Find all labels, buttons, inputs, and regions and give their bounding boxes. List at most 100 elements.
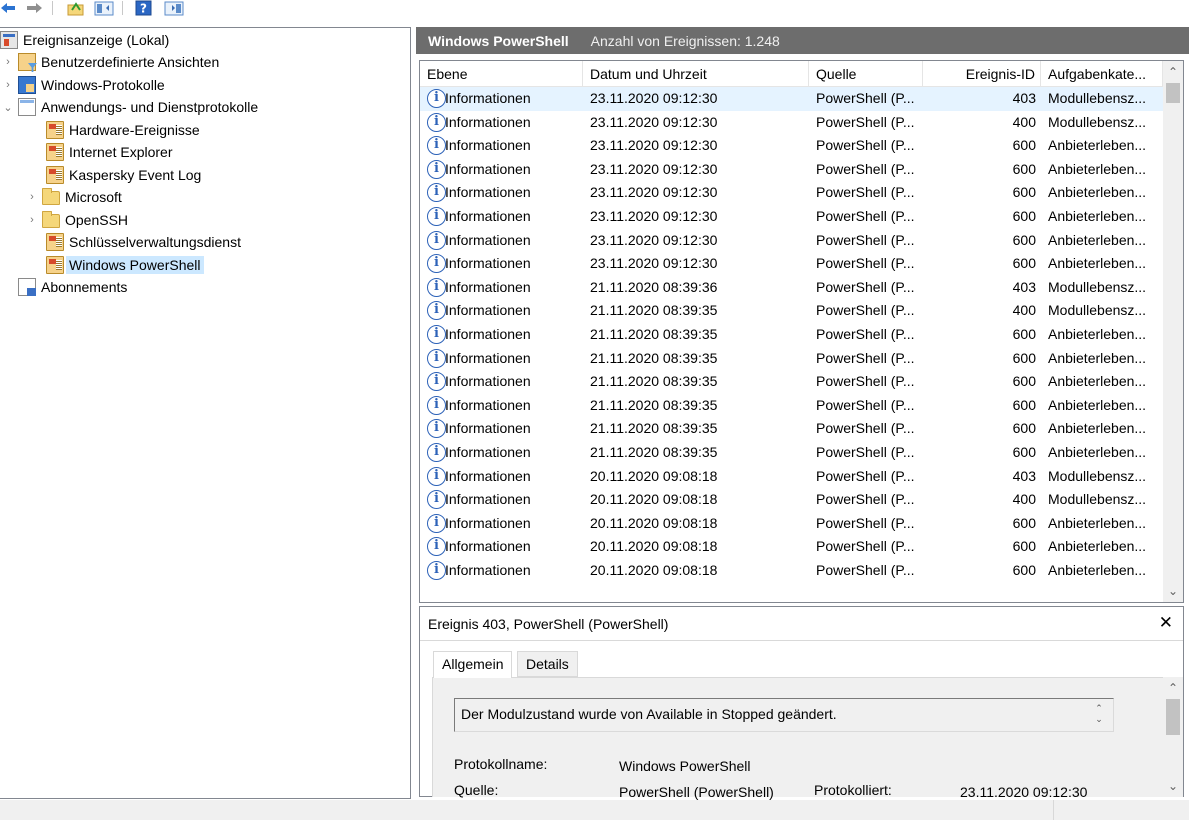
tree-item-key-management-service[interactable]: Schlüsselverwaltungsdienst bbox=[46, 231, 241, 253]
scroll-down-icon[interactable]: ⌄ bbox=[1163, 777, 1183, 795]
tree-item-label: Windows PowerShell bbox=[66, 255, 204, 274]
event-count: Anzahl von Ereignissen: 1.248 bbox=[590, 32, 780, 49]
table-row[interactable]: i Informationen 23.11.2020 09:12:30 PowerSh… bbox=[420, 205, 1163, 229]
table-row[interactable]: i Informationen 20.11.2020 09:08:18 PowerSh… bbox=[420, 465, 1163, 489]
info-icon: i bbox=[427, 395, 446, 415]
scroll-up-icon[interactable]: ⌃ bbox=[1163, 63, 1183, 81]
info-icon: i bbox=[427, 325, 446, 344]
event-details-pane: Ereignis 403, PowerShell (PowerShell) ✕ … bbox=[419, 606, 1184, 800]
grid-scrollbar[interactable]: ⌃ ⌄ bbox=[1163, 61, 1183, 602]
table-row[interactable]: i Informationen 21.11.2020 08:39:36 PowerSh… bbox=[420, 276, 1163, 300]
forward-icon[interactable] bbox=[24, 0, 44, 16]
info-icon: i bbox=[427, 277, 446, 297]
table-row[interactable]: i Informationen 21.11.2020 08:39:35 PowerSh… bbox=[420, 394, 1163, 418]
tree-item-subscriptions[interactable]: Abonnements bbox=[2, 276, 127, 298]
task-category-cell: Anbieterleben... bbox=[1048, 562, 1147, 578]
table-row[interactable]: i Informationen 23.11.2020 09:12:30 PowerSh… bbox=[420, 111, 1163, 135]
scroll-down-icon[interactable]: ⌄ bbox=[1163, 582, 1183, 600]
level-cell: Informationen bbox=[445, 160, 531, 177]
chevron-right-icon[interactable]: › bbox=[26, 214, 38, 226]
level-cell: Informationen bbox=[445, 231, 531, 248]
close-icon[interactable]: ✕ bbox=[1159, 612, 1173, 634]
tree-item-custom-views[interactable]: › Benutzerdefinierte Ansichten bbox=[2, 51, 219, 73]
up-folder-icon[interactable] bbox=[66, 0, 84, 16]
event-id-cell: 600 bbox=[1012, 231, 1036, 248]
show-hide-console-tree-icon[interactable] bbox=[93, 0, 115, 16]
event-description: Der Modulzustand wurde von Available in … bbox=[461, 706, 837, 722]
general-tab-content: Der Modulzustand wurde von Available in … bbox=[432, 677, 1173, 800]
table-row[interactable]: i Informationen 23.11.2020 09:12:30 PowerSh… bbox=[420, 87, 1163, 111]
divider bbox=[420, 640, 1183, 641]
table-row[interactable]: i Informationen 23.11.2020 09:12:30 PowerSh… bbox=[420, 158, 1163, 182]
table-row[interactable]: i Informationen 23.11.2020 09:12:30 PowerSh… bbox=[420, 229, 1163, 253]
tree-item-openssh[interactable]: › OpenSSH bbox=[26, 209, 128, 231]
table-row[interactable]: i Informationen 20.11.2020 09:08:18 PowerSh… bbox=[420, 535, 1163, 559]
table-row[interactable]: i Informationen 20.11.2020 09:08:18 PowerSh… bbox=[420, 512, 1163, 536]
back-icon[interactable] bbox=[0, 0, 16, 16]
column-header-level[interactable]: Ebene bbox=[420, 61, 583, 87]
task-category-cell: Anbieterleben... bbox=[1048, 420, 1147, 437]
source-cell: PowerShell (P... bbox=[816, 538, 915, 555]
scrollbar-thumb[interactable] bbox=[1166, 699, 1180, 735]
level-cell: Informationen bbox=[445, 491, 531, 508]
status-bar bbox=[0, 800, 1189, 820]
event-id-cell: 600 bbox=[1012, 396, 1036, 413]
tree-item-internet-explorer[interactable]: Internet Explorer bbox=[46, 141, 173, 163]
tree-item-label: Kaspersky Event Log bbox=[69, 166, 202, 183]
description-scroll-icon[interactable]: ⌃ ⌄ bbox=[1093, 703, 1105, 725]
tree-item-kaspersky-event-log[interactable]: Kaspersky Event Log bbox=[46, 164, 201, 186]
tree-item-microsoft[interactable]: › Microsoft bbox=[26, 186, 122, 208]
show-hide-action-pane-icon[interactable] bbox=[163, 0, 185, 16]
folder-icon bbox=[42, 188, 60, 205]
table-row[interactable]: i Informationen 21.11.2020 08:39:35 PowerSh… bbox=[420, 370, 1163, 394]
console-tree: Ereignisanzeige (Lokal) › Benutzerdefini… bbox=[0, 27, 411, 799]
chevron-down-icon[interactable]: ⌄ bbox=[2, 101, 14, 114]
date-cell: 21.11.2020 08:39:35 bbox=[590, 444, 718, 460]
table-row[interactable]: i Informationen 21.11.2020 08:39:35 PowerSh… bbox=[420, 347, 1163, 371]
task-category-cell: Anbieterleben... bbox=[1048, 208, 1147, 224]
help-icon[interactable]: ? bbox=[134, 0, 152, 16]
chevron-right-icon[interactable]: › bbox=[26, 191, 38, 203]
info-icon: i bbox=[427, 136, 446, 156]
column-header-event-id[interactable]: Ereignis-ID bbox=[923, 61, 1041, 87]
source-cell: PowerShell (P... bbox=[816, 208, 915, 224]
source-cell: PowerShell (P... bbox=[816, 420, 915, 437]
table-row[interactable]: i Informationen 23.11.2020 09:12:30 PowerSh… bbox=[420, 181, 1163, 205]
table-row[interactable]: i Informationen 23.11.2020 09:12:30 PowerSh… bbox=[420, 252, 1163, 276]
table-row[interactable]: i Informationen 23.11.2020 09:12:30 PowerSh… bbox=[420, 134, 1163, 158]
tree-item-windows-logs[interactable]: › Windows-Protokolle bbox=[2, 74, 165, 96]
source-cell: PowerShell (P... bbox=[816, 491, 915, 508]
scrollbar-thumb[interactable] bbox=[1166, 83, 1180, 103]
table-row[interactable]: i Informationen 20.11.2020 09:08:18 PowerSh… bbox=[420, 488, 1163, 512]
tab-details[interactable]: Details bbox=[517, 651, 578, 677]
details-scrollbar[interactable]: ⌃ ⌄ bbox=[1163, 677, 1183, 797]
chevron-right-icon[interactable]: › bbox=[2, 79, 14, 91]
tree-item-app-service-logs[interactable]: ⌄ Anwendungs- und Dienstprotokolle bbox=[2, 96, 258, 118]
tree-item-label: Windows-Protokolle bbox=[41, 76, 165, 93]
source-cell: PowerShell (P... bbox=[816, 231, 915, 248]
table-row[interactable]: i Informationen 21.11.2020 08:39:35 PowerSh… bbox=[420, 323, 1163, 347]
task-category-cell: Anbieterleben... bbox=[1048, 373, 1147, 390]
description-box[interactable]: Der Modulzustand wurde von Available in … bbox=[454, 698, 1114, 732]
column-header-task-category[interactable]: Aufgabenkate... bbox=[1041, 61, 1163, 87]
task-category-cell: Modullebensz... bbox=[1048, 90, 1147, 106]
event-id-cell: 600 bbox=[1012, 514, 1036, 531]
event-id-cell: 600 bbox=[1012, 184, 1036, 201]
column-header-date-time[interactable]: Datum und Uhrzeit bbox=[583, 61, 809, 87]
table-row[interactable]: i Informationen 20.11.2020 09:08:18 PowerSh… bbox=[420, 559, 1163, 583]
event-id-cell: 403 bbox=[1012, 467, 1036, 484]
tree-item-hardware-events[interactable]: Hardware-Ereignisse bbox=[46, 119, 200, 141]
app-service-logs-icon bbox=[18, 98, 36, 116]
tab-general[interactable]: Allgemein bbox=[433, 651, 513, 678]
table-row[interactable]: i Informationen 21.11.2020 08:39:35 PowerSh… bbox=[420, 417, 1163, 441]
chevron-right-icon[interactable]: › bbox=[2, 56, 14, 68]
date-cell: 20.11.2020 09:08:18 bbox=[590, 562, 718, 578]
tree-item-event-viewer-local[interactable]: Ereignisanzeige (Lokal) bbox=[0, 29, 169, 51]
table-row[interactable]: i Informationen 21.11.2020 08:39:35 PowerSh… bbox=[420, 441, 1163, 465]
tree-item-windows-powershell[interactable]: Windows PowerShell bbox=[46, 254, 204, 276]
table-row[interactable]: i Informationen 21.11.2020 08:39:35 PowerSh… bbox=[420, 299, 1163, 323]
date-cell: 21.11.2020 08:39:35 bbox=[590, 302, 718, 319]
scroll-up-icon[interactable]: ⌃ bbox=[1163, 679, 1183, 697]
column-header-source[interactable]: Quelle bbox=[809, 61, 923, 87]
task-category-cell: Modullebensz... bbox=[1048, 491, 1147, 508]
